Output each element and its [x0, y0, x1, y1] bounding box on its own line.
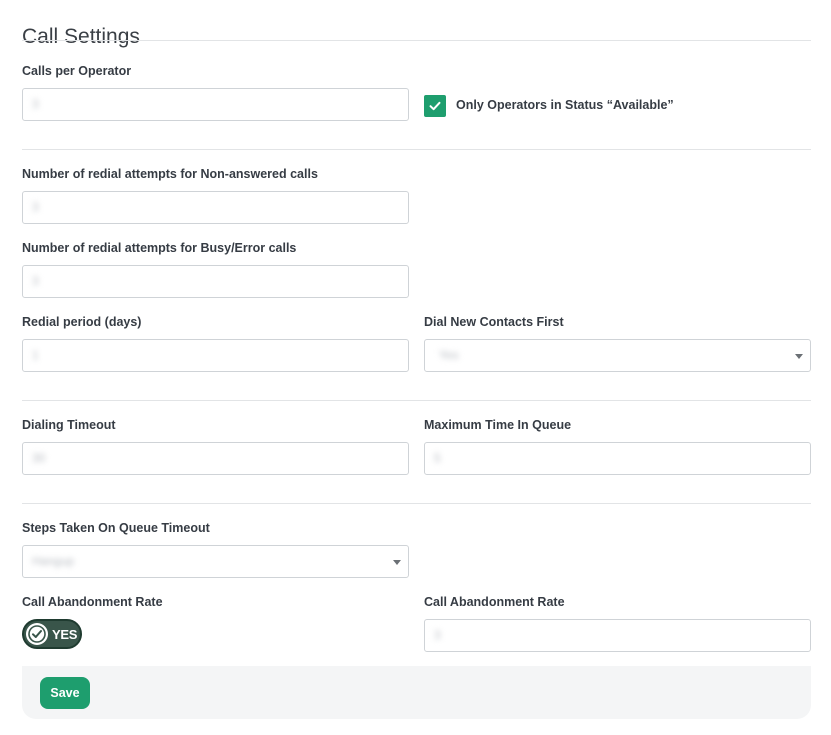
redial-period-value: 1 — [32, 348, 39, 362]
page-title: Call Settings — [22, 25, 140, 49]
abandonment-rate-label: Call Abandonment Rate — [424, 595, 565, 609]
save-button[interactable]: Save — [40, 677, 90, 709]
dialing-timeout-input[interactable]: 30 — [22, 442, 409, 475]
redial-non-answered-label: Number of redial attempts for Non-answer… — [22, 167, 318, 181]
max-time-in-queue-input[interactable]: 5 — [424, 442, 811, 475]
caret-down-icon — [795, 354, 803, 359]
dialing-timeout-value: 30 — [32, 451, 46, 465]
only-available-checkbox[interactable] — [424, 95, 446, 117]
abandonment-rate-input[interactable]: 3 — [424, 619, 811, 652]
redial-busy-error-label: Number of redial attempts for Busy/Error… — [22, 241, 297, 255]
redial-busy-error-value: 3 — [32, 274, 39, 288]
divider — [22, 149, 811, 150]
redial-period-input[interactable]: 1 — [22, 339, 409, 372]
abandonment-toggle-label: Call Abandonment Rate — [22, 595, 163, 609]
redial-non-answered-input[interactable]: 3 — [22, 191, 409, 224]
divider — [22, 40, 811, 41]
calls-per-operator-value: 3 — [32, 97, 39, 111]
dial-new-first-label: Dial New Contacts First — [424, 315, 564, 329]
redial-busy-error-input[interactable]: 3 — [22, 265, 409, 298]
calls-per-operator-label: Calls per Operator — [22, 64, 132, 78]
toggle-state-text: YES — [52, 627, 78, 642]
divider — [22, 400, 811, 401]
max-time-in-queue-label: Maximum Time In Queue — [424, 418, 572, 432]
dial-new-first-select[interactable]: Yes — [424, 339, 811, 372]
dialing-timeout-label: Dialing Timeout — [22, 418, 116, 432]
max-time-in-queue-value: 5 — [434, 451, 441, 465]
dial-new-first-value: Yes — [439, 348, 459, 362]
caret-down-icon — [393, 560, 401, 565]
queue-timeout-steps-value: Hangup — [32, 554, 75, 568]
form-footer: Save — [22, 666, 811, 719]
divider — [22, 503, 811, 504]
abandonment-toggle[interactable]: YES — [22, 619, 82, 649]
calls-per-operator-input[interactable]: 3 — [22, 88, 409, 121]
check-icon — [429, 101, 441, 111]
check-circle-icon — [26, 623, 48, 645]
redial-non-answered-value: 3 — [32, 200, 39, 214]
queue-timeout-steps-label: Steps Taken On Queue Timeout — [22, 521, 210, 535]
redial-period-label: Redial period (days) — [22, 315, 142, 329]
abandonment-rate-value: 3 — [434, 628, 441, 642]
queue-timeout-steps-select[interactable]: Hangup — [22, 545, 409, 578]
only-available-label: Only Operators in Status “Available” — [456, 98, 674, 112]
